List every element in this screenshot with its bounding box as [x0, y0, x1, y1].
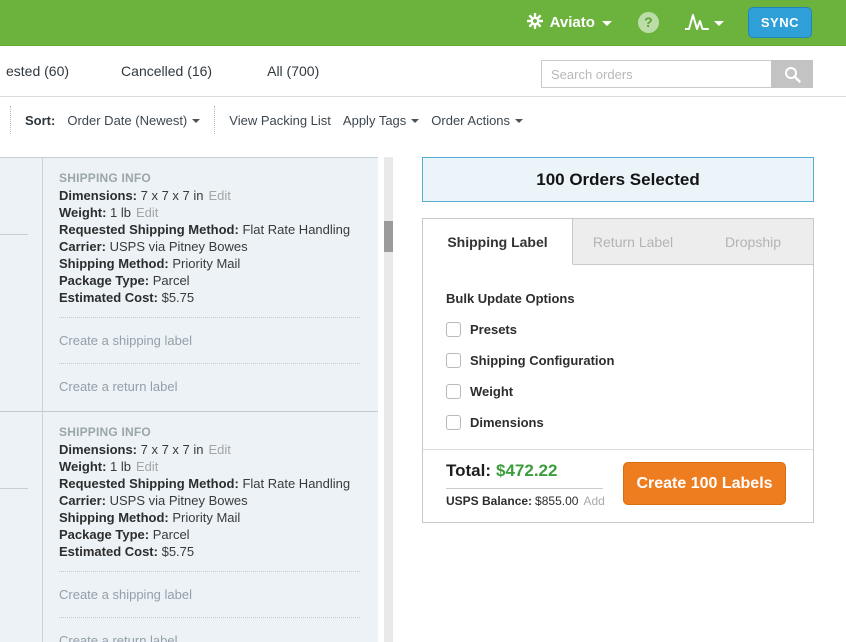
option-presets[interactable]: Presets [446, 322, 813, 337]
apply-tags-dropdown[interactable]: Apply Tags [343, 113, 420, 128]
dotted-divider [59, 617, 360, 618]
bulk-actions-panel: Shipping Label Return Label Dropship Bul… [422, 218, 814, 523]
chevron-down-icon [601, 21, 612, 26]
checkbox-dimensions[interactable] [446, 415, 461, 430]
chevron-down-icon [192, 119, 201, 123]
option-weight[interactable]: Weight [446, 384, 813, 399]
app-screen: Aviato ? SYNC ested (60) Cancelled (16) … [0, 0, 846, 642]
dotted-divider [59, 317, 360, 318]
shipping-info-header: SHIPPING INFO [59, 425, 151, 439]
field-dimensions: Dimensions: 7 x 7 x 7 in Edit [59, 442, 231, 457]
edit-link[interactable]: Edit [136, 205, 158, 220]
search-input[interactable] [541, 60, 771, 88]
view-packing-list-link[interactable]: View Packing List [229, 113, 331, 128]
field-package-type: Package Type: Parcel [59, 527, 190, 542]
sync-button[interactable]: SYNC [747, 7, 812, 38]
activity-menu[interactable] [684, 14, 724, 31]
field-requested-method: Requested Shipping Method: Flat Rate Han… [59, 476, 351, 491]
card-edge-divider [0, 488, 28, 489]
field-shipping-method: Shipping Method: Priority Mail [59, 256, 241, 271]
search-bar [541, 60, 813, 88]
add-balance-link[interactable]: Add [583, 494, 604, 508]
usps-balance-label: USPS Balance: [446, 494, 533, 508]
gear-icon [526, 12, 543, 33]
bulk-update-section: Bulk Update Options Presets Shipping Con… [423, 265, 813, 430]
orders-selected-banner: 100 Orders Selected [422, 157, 814, 202]
account-label: Aviato [549, 14, 595, 31]
dotted-divider [59, 363, 360, 364]
total-line: Total: $472.22 [446, 461, 557, 481]
edit-link[interactable]: Edit [209, 188, 231, 203]
tab-return-label[interactable]: Return Label [573, 219, 693, 264]
order-actions-dropdown[interactable]: Order Actions [431, 113, 524, 128]
bulk-update-title: Bulk Update Options [446, 291, 575, 306]
checkbox-presets[interactable] [446, 322, 461, 337]
order-card: SHIPPING INFO Dimensions: 7 x 7 x 7 in Ed… [0, 411, 378, 642]
checkbox-weight[interactable] [446, 384, 461, 399]
create-return-label-link[interactable]: Create a return label [59, 375, 360, 398]
tab-cancelled[interactable]: Cancelled (16) [121, 63, 212, 79]
edit-link[interactable]: Edit [136, 459, 158, 474]
field-estimated-cost: Estimated Cost: $5.75 [59, 544, 195, 559]
account-menu[interactable]: Aviato [526, 12, 612, 33]
card-edge-divider [0, 234, 28, 235]
search-icon [784, 66, 801, 83]
footer-divider [446, 488, 603, 489]
field-package-type: Package Type: Parcel [59, 273, 190, 288]
chevron-down-icon [713, 21, 724, 26]
edit-link[interactable]: Edit [209, 442, 231, 457]
top-navbar: Aviato ? SYNC [0, 0, 846, 46]
field-carrier: Carrier: USPS via Pitney Bowes [59, 239, 248, 254]
shipping-info-header: SHIPPING INFO [59, 171, 151, 185]
dotted-divider [59, 571, 360, 572]
activity-pulse-icon [684, 14, 709, 30]
option-shipping-configuration[interactable]: Shipping Configuration [446, 353, 813, 368]
search-button[interactable] [771, 60, 813, 88]
tab-ested[interactable]: ested (60) [6, 63, 69, 79]
field-dimensions: Dimensions: 7 x 7 x 7 in Edit [59, 188, 231, 203]
tab-all[interactable]: All (700) [267, 63, 319, 79]
help-button[interactable]: ? [637, 12, 659, 33]
sort-label: Sort: [25, 112, 56, 128]
field-requested-method: Requested Shipping Method: Flat Rate Han… [59, 222, 351, 237]
panel-tabs: Shipping Label Return Label Dropship [423, 219, 813, 265]
list-scrollbar-track[interactable] [384, 157, 393, 642]
total-label: Total: [446, 461, 492, 480]
sort-dropdown[interactable]: Order Date (Newest) [67, 113, 201, 128]
field-shipping-method: Shipping Method: Priority Mail [59, 510, 241, 525]
option-dimensions[interactable]: Dimensions [446, 415, 813, 430]
chevron-down-icon [411, 119, 420, 123]
usps-balance-line: USPS Balance: $855.00 Add [446, 494, 605, 508]
toolbar-divider [10, 106, 11, 134]
checkbox-shipping-configuration[interactable] [446, 353, 461, 368]
field-weight: Weight: 1 lb Edit [59, 205, 159, 220]
list-scrollbar-thumb[interactable] [384, 221, 393, 252]
usps-balance-value: $855.00 [535, 494, 579, 508]
field-carrier: Carrier: USPS via Pitney Bowes [59, 493, 248, 508]
order-list-panel: SHIPPING INFO Dimensions: 7 x 7 x 7 in Ed… [0, 157, 378, 642]
create-return-label-link[interactable]: Create a return label [59, 629, 360, 642]
panel-footer: Total: $472.22 USPS Balance: $855.00 Add Cr… [423, 449, 813, 522]
total-value: $472.22 [496, 461, 558, 480]
chevron-down-icon [515, 119, 524, 123]
create-shipping-label-link[interactable]: Create a shipping label [59, 583, 360, 606]
field-weight: Weight: 1 lb Edit [59, 459, 159, 474]
field-estimated-cost: Estimated Cost: $5.75 [59, 290, 195, 305]
tab-dropship[interactable]: Dropship [693, 219, 813, 264]
create-labels-button[interactable]: Create 100 Labels [623, 462, 786, 505]
create-shipping-label-link[interactable]: Create a shipping label [59, 329, 360, 352]
sort-toolbar: Sort: Order Date (Newest) View Packing L… [0, 97, 846, 143]
toolbar-divider [214, 106, 216, 134]
order-card: SHIPPING INFO Dimensions: 7 x 7 x 7 in Ed… [0, 158, 378, 411]
tab-shipping-label[interactable]: Shipping Label [423, 219, 573, 265]
